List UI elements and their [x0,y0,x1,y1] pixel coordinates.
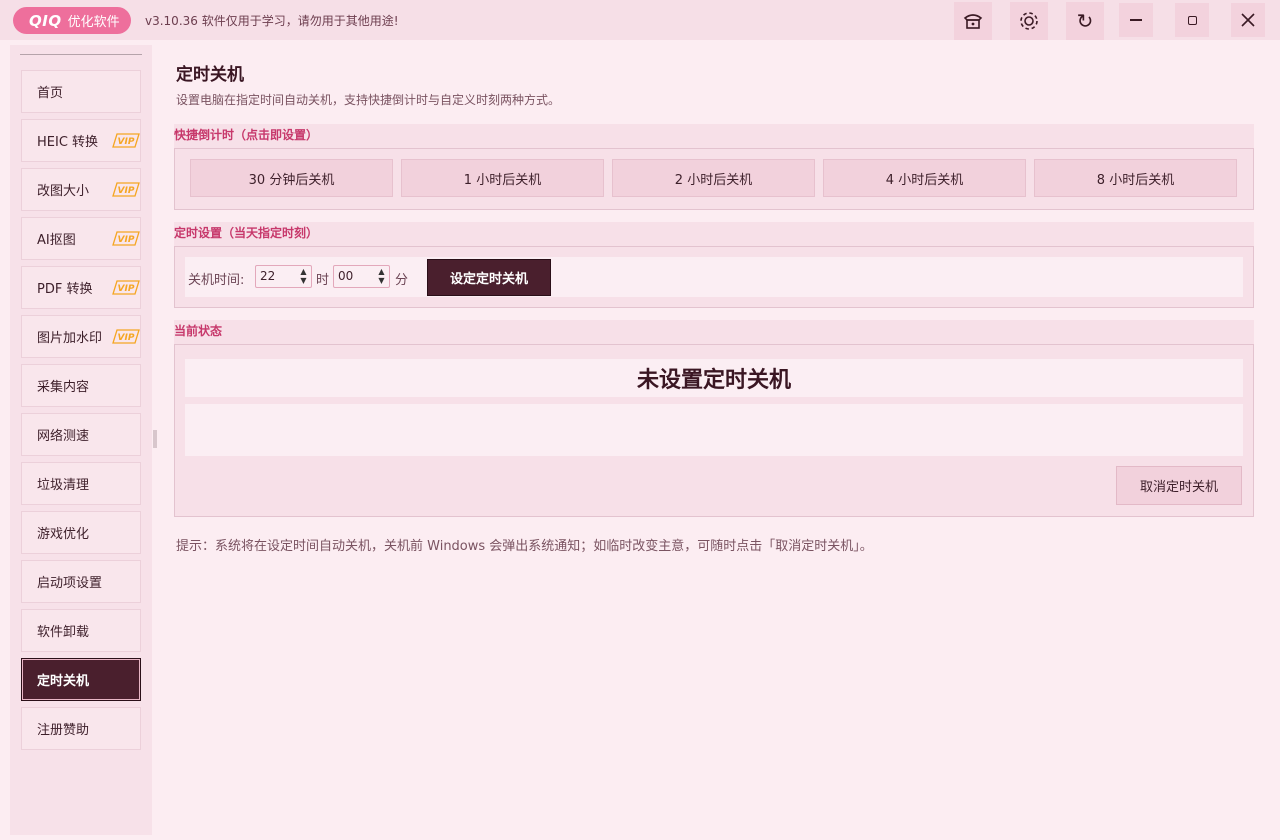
refresh-button[interactable]: ↻ [1066,2,1104,40]
set-shutdown-button[interactable]: 设定定时关机 [427,259,551,296]
maximize-button[interactable] [1175,3,1209,37]
sidebar-item[interactable]: HEIC 转换 VIP [21,119,141,162]
sidebar-item[interactable]: 软件卸载 [21,609,141,652]
close-icon [1241,13,1255,27]
minute-spinbox[interactable]: 00 ▲ ▼ [333,265,390,288]
maximize-icon [1187,15,1197,25]
close-button[interactable] [1231,3,1265,37]
hat-icon [963,14,983,29]
status-value: 未设置定时关机 [185,359,1243,397]
version-text: v3.10.36 软件仅用于学习，请勿用于其他用途! [145,14,399,28]
sidebar-item-label: 网络测速 [37,429,90,444]
splitter-handle[interactable] [153,430,157,448]
sidebar-item[interactable]: 启动项设置 [21,560,141,603]
page-title: 定时关机 [176,65,244,85]
sidebar-item[interactable]: 定时关机 [21,658,141,701]
sidebar-item-label: 注册赞助 [37,723,90,738]
sidebar-item[interactable]: 注册赞助 [21,707,141,750]
quick-shutdown-button[interactable]: 2 小时后关机 [612,159,815,197]
settings-button[interactable] [1010,2,1048,40]
hour-unit: 时 [316,273,330,288]
sidebar-item[interactable]: 网络测速 [21,413,141,456]
arrow-up-icon[interactable]: ▲ [300,268,306,276]
sidebar-item[interactable]: 图片加水印 VIP [21,315,141,358]
sidebar-item[interactable]: 改图大小 VIP [21,168,141,211]
sidebar-item[interactable]: 首页 [21,70,141,113]
logo-mark: QIQ [29,11,62,30]
minute-stepper-arrows[interactable]: ▲ ▼ [376,268,387,285]
gear-icon [1020,12,1038,30]
vip-badge-text: VIP [118,137,135,147]
timer-section: 定时设置（当天指定时刻） 关机时间: 22 ▲ ▼ 时 00 ▲ ▼ 分 设定定时关… [174,222,1254,308]
sidebar-item-label: PDF 转换 [37,282,93,297]
vip-badge-icon: VIP [112,280,140,295]
sidebar-item-label: AI抠图 [37,233,76,248]
arrow-down-icon[interactable]: ▼ [378,277,384,285]
sidebar-item-label: 游戏优化 [37,527,90,542]
vip-badge-icon: VIP [112,182,140,197]
logo-text: 优化软件 [67,15,120,30]
arrow-up-icon[interactable]: ▲ [378,268,384,276]
time-label: 关机时间: [188,273,245,288]
sidebar-item-label: 改图大小 [37,184,90,199]
quick-section: 快捷倒计时（点击即设置） 30 分钟后关机 1 小时后关机 2 小时后关机 4 小时后… [174,124,1254,210]
hour-value: 22 [260,269,276,283]
vip-badge-icon: VIP [112,231,140,246]
vip-badge-icon: VIP [112,133,140,148]
quick-section-label: 快捷倒计时（点击即设置） [174,128,319,142]
sidebar-divider [20,54,142,55]
vip-badge-text: VIP [118,186,135,196]
sidebar-item-label: 启动项设置 [37,576,103,591]
title-bar: QIQ 优化软件 v3.10.36 软件仅用于学习，请勿用于其他用途! ↻ [0,0,1280,40]
skin-button[interactable] [954,2,992,40]
vip-badge-text: VIP [118,333,135,343]
quick-buttons-box: 30 分钟后关机 1 小时后关机 2 小时后关机 4 小时后关机 8 小时后关机 [174,148,1254,210]
hour-stepper-arrows[interactable]: ▲ ▼ [298,268,309,285]
refresh-icon: ↻ [1076,9,1094,33]
timer-row: 关机时间: 22 ▲ ▼ 时 00 ▲ ▼ 分 设定定时关机 [185,257,1243,297]
sidebar-item-label: 定时关机 [37,674,90,689]
status-section: 当前状态 未设置定时关机 取消定时关机 [174,320,1254,517]
minute-unit: 分 [395,273,409,288]
minimize-button[interactable] [1119,3,1153,37]
arrow-down-icon[interactable]: ▼ [300,277,306,285]
quick-shutdown-button[interactable]: 8 小时后关机 [1034,159,1237,197]
timer-section-label: 定时设置（当天指定时刻） [174,226,319,240]
sidebar-item[interactable]: AI抠图 VIP [21,217,141,260]
sidebar-item[interactable]: 采集内容 [21,364,141,407]
status-box: 未设置定时关机 取消定时关机 [174,344,1254,517]
vip-badge-text: VIP [118,235,135,245]
hour-spinbox[interactable]: 22 ▲ ▼ [255,265,312,288]
minute-value: 00 [338,269,354,283]
tip-text: 提示：系统将在设定时间自动关机，关机前 Windows 会弹出系统通知；如临时改… [176,539,873,554]
sidebar-item-label: 软件卸载 [37,625,90,640]
sidebar-item-label: 采集内容 [37,380,90,395]
app-logo: QIQ 优化软件 [13,7,131,34]
vip-badge-text: VIP [118,284,135,294]
sidebar-item[interactable]: 游戏优化 [21,511,141,554]
quick-shutdown-button[interactable]: 30 分钟后关机 [190,159,393,197]
vip-badge-icon: VIP [112,329,140,344]
sidebar-item-label: HEIC 转换 [37,135,99,150]
sidebar-item-label: 图片加水印 [37,331,103,346]
sidebar: 首页 HEIC 转换 VIP 改图大小 VIP AI抠图 VIP PDF 转换 VIP 图片加水印… [10,45,152,835]
page-description: 设置电脑在指定时间自动关机，支持快捷倒计时与自定义时刻两种方式。 [176,93,561,107]
status-section-label: 当前状态 [174,324,223,338]
quick-shutdown-button[interactable]: 1 小时后关机 [401,159,604,197]
minimize-icon [1130,19,1142,21]
quick-shutdown-button[interactable]: 4 小时后关机 [823,159,1026,197]
sidebar-item[interactable]: PDF 转换 VIP [21,266,141,309]
status-detail [185,404,1243,456]
cancel-shutdown-button[interactable]: 取消定时关机 [1116,466,1242,505]
timer-box: 关机时间: 22 ▲ ▼ 时 00 ▲ ▼ 分 设定定时关机 [174,246,1254,308]
sidebar-item-label: 首页 [37,86,64,101]
sidebar-item[interactable]: 垃圾清理 [21,462,141,505]
sidebar-item-label: 垃圾清理 [37,478,90,493]
